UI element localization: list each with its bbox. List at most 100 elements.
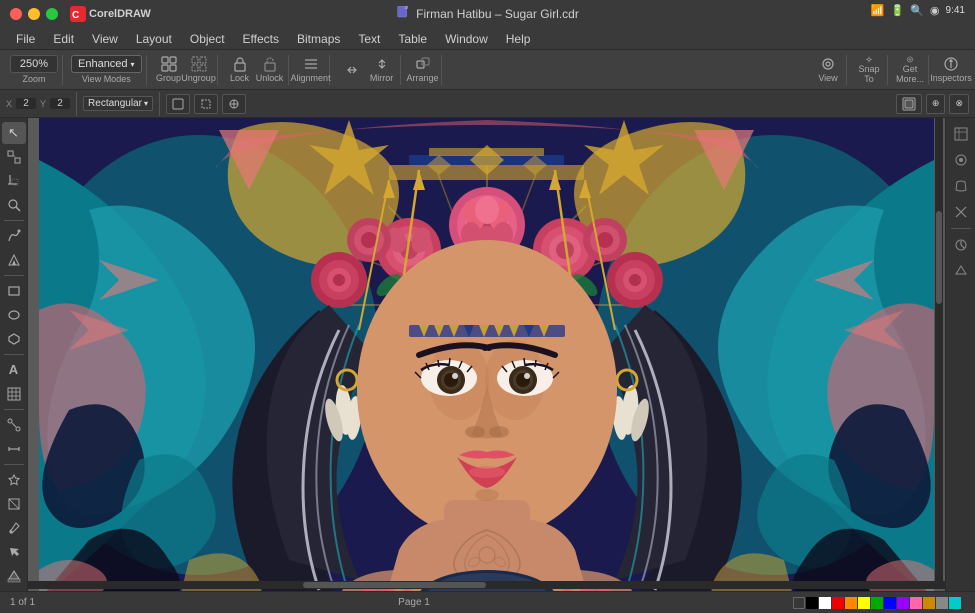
ungroup-button[interactable]: Ungroup <box>185 56 213 84</box>
menu-effects[interactable]: Effects <box>235 30 287 48</box>
mirror-h-button[interactable] <box>338 56 366 84</box>
select-tool-btn[interactable]: ↖ <box>2 122 26 144</box>
coreldraw-logo-icon: C <box>70 6 86 22</box>
connector-tool-btn[interactable] <box>2 414 26 436</box>
crop-tool-btn[interactable] <box>2 170 26 192</box>
horizontal-scrollbar[interactable] <box>28 581 945 589</box>
minimize-button[interactable] <box>28 8 40 20</box>
fill-tool-btn[interactable] <box>2 565 26 587</box>
unlock-button[interactable]: Unlock <box>256 56 284 84</box>
battery-icon: 🔋 <box>891 4 905 17</box>
y-value: 2 <box>50 98 70 109</box>
get-more-button[interactable]: Get More... <box>896 56 924 84</box>
color-cyan[interactable] <box>949 597 961 609</box>
freehand-tool-btn[interactable] <box>2 225 26 247</box>
color-none[interactable] <box>793 597 805 609</box>
node-tool-btn[interactable] <box>2 146 26 168</box>
group-section: Group Ungroup <box>151 55 218 85</box>
arrange-button[interactable]: Arrange <box>409 56 437 84</box>
zoom-section: Zoom <box>6 55 63 85</box>
zoom-input[interactable] <box>10 55 58 73</box>
color-green[interactable] <box>871 597 883 609</box>
color-black[interactable] <box>806 597 818 609</box>
snap-to-button[interactable]: Snap To <box>855 56 883 84</box>
right-tool-2[interactable] <box>949 148 973 172</box>
close-button[interactable] <box>10 8 22 20</box>
enhanced-button[interactable]: Enhanced ▾ <box>71 55 142 73</box>
color-white[interactable] <box>819 597 831 609</box>
text-tool-btn[interactable]: A <box>2 359 26 381</box>
menu-file[interactable]: File <box>8 30 43 48</box>
color-red[interactable] <box>832 597 844 609</box>
lock-button[interactable]: Lock <box>226 56 254 84</box>
color-orange[interactable] <box>845 597 857 609</box>
right-tool-4[interactable] <box>949 200 973 224</box>
alignment-button[interactable]: Alignment <box>297 56 325 84</box>
color-blue[interactable] <box>884 597 896 609</box>
mirror-v-button[interactable]: Mirror <box>368 56 396 84</box>
view-modes-label: View Modes <box>82 74 131 84</box>
menu-object[interactable]: Object <box>182 30 233 48</box>
menu-help[interactable]: Help <box>498 30 539 48</box>
coords-box: X 2 Y 2 <box>6 98 70 109</box>
menu-edit[interactable]: Edit <box>45 30 82 48</box>
menu-window[interactable]: Window <box>437 30 496 48</box>
prop-break-btn[interactable]: ⊗ <box>949 94 969 114</box>
prop-btn-1[interactable] <box>166 94 190 114</box>
right-tool-3[interactable] <box>949 174 973 198</box>
app-name: CorelDRAW <box>89 8 151 20</box>
left-toolbar: ↖ A <box>0 118 28 591</box>
menu-bitmaps[interactable]: Bitmaps <box>289 30 348 48</box>
rect-tool-btn[interactable] <box>2 280 26 302</box>
color-pink[interactable] <box>910 597 922 609</box>
zoom-tool-btn[interactable] <box>2 194 26 216</box>
scroll-thumb-h[interactable] <box>303 582 486 588</box>
prop-btn-2[interactable] <box>194 94 218 114</box>
menu-layout[interactable]: Layout <box>128 30 180 48</box>
color-brown[interactable] <box>923 597 935 609</box>
right-tool-1[interactable] <box>949 122 973 146</box>
menu-text[interactable]: Text <box>350 30 388 48</box>
snap-section: Snap To <box>851 55 888 85</box>
eyedropper-tool-btn[interactable] <box>2 517 26 539</box>
vertical-scrollbar[interactable] <box>935 118 943 583</box>
x-label: X <box>6 99 12 109</box>
view-label: View <box>818 73 837 83</box>
menu-bar: File Edit View Layout Object Effects Bit… <box>0 28 975 50</box>
group-button[interactable]: Group <box>155 56 183 84</box>
right-tool-5[interactable] <box>949 233 973 257</box>
measure-tool-btn[interactable] <box>2 438 26 460</box>
right-tool-6[interactable] <box>949 259 973 283</box>
lock-label: Lock <box>230 73 249 83</box>
color-palette[interactable] <box>793 597 961 609</box>
inspectors-button[interactable]: Inspectors <box>937 56 965 84</box>
window-title: Firman Hatibu – Sugar Girl.cdr <box>396 6 579 23</box>
view-button[interactable]: View <box>814 56 842 84</box>
color-yellow[interactable] <box>858 597 870 609</box>
right-panel <box>945 118 975 591</box>
color-gray[interactable] <box>936 597 948 609</box>
shape-dropdown[interactable]: Rectangular ▾ <box>83 96 153 111</box>
interact-tool-btn[interactable] <box>2 541 26 563</box>
alignment-label: Alignment <box>291 73 331 83</box>
canvas-area[interactable] <box>28 118 945 591</box>
scroll-thumb-v[interactable] <box>936 211 942 304</box>
effects-tool-btn[interactable] <box>2 469 26 491</box>
color-purple[interactable] <box>897 597 909 609</box>
prop-btn-3[interactable] <box>222 94 246 114</box>
menu-view[interactable]: View <box>84 30 126 48</box>
divider-1 <box>76 92 77 116</box>
prop-combine-btn[interactable]: ⊕ <box>926 94 946 114</box>
inspectors-label: Inspectors <box>930 73 972 83</box>
polygon-tool-btn[interactable] <box>2 328 26 350</box>
ellipse-tool-btn[interactable] <box>2 304 26 326</box>
main-toolbar: Zoom Enhanced ▾ View Modes Group <box>0 50 975 90</box>
smart-fill-btn[interactable] <box>2 249 26 271</box>
maximize-button[interactable] <box>46 8 58 20</box>
table-tool-btn[interactable] <box>2 383 26 405</box>
divider4 <box>4 409 24 410</box>
transparency-tool-btn[interactable] <box>2 493 26 515</box>
prop-outline-btn[interactable] <box>896 94 922 114</box>
svg-text:C: C <box>72 10 79 21</box>
menu-table[interactable]: Table <box>390 30 435 48</box>
